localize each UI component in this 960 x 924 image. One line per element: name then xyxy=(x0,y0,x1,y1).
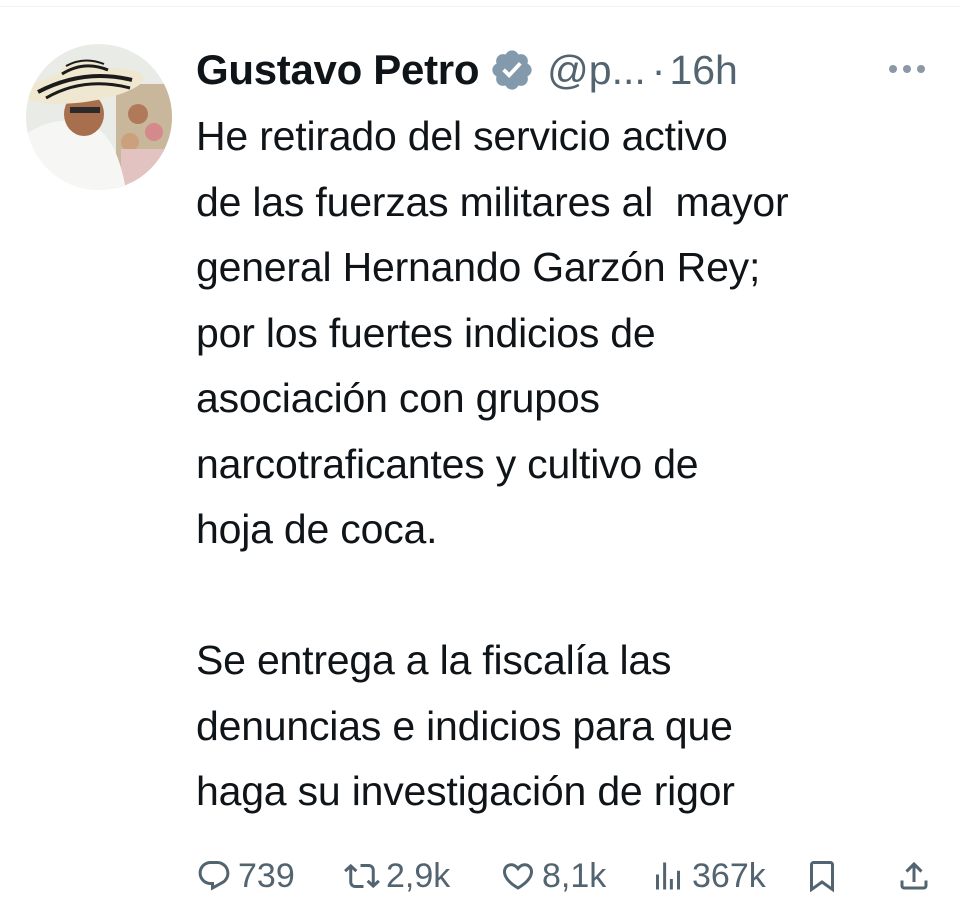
tweet-text-line: por los fuertes indicios de xyxy=(196,309,656,356)
retweet-button[interactable]: 2,9k xyxy=(344,857,450,896)
tweet-text-line: de las fuerzas militares al mayor xyxy=(196,178,789,225)
tweet-text-line xyxy=(196,563,946,629)
more-options-button[interactable] xyxy=(880,52,934,86)
heart-icon xyxy=(502,863,534,890)
share-button[interactable] xyxy=(896,858,932,894)
like-button[interactable]: 8,1k xyxy=(500,857,606,896)
share-icon xyxy=(900,861,928,890)
tweet-text: He retirado del servicio activo de las f… xyxy=(196,104,946,825)
more-horizontal-icon xyxy=(889,65,897,73)
separator-dot: · xyxy=(651,46,666,93)
tweet-actions: 739 2,9k 8,1k 367k xyxy=(196,850,936,902)
tweet-text-line: He retirado del servicio activo xyxy=(196,113,728,159)
reply-icon xyxy=(198,861,230,891)
retweet-count: 2,9k xyxy=(386,856,451,895)
tweet-timestamp[interactable]: 16h xyxy=(669,47,737,94)
tweet-text-line: denuncias e indicios para que xyxy=(196,702,733,749)
tweet-text-line: general Hernando Garzón Rey; xyxy=(196,244,761,290)
tweet-header: Gustavo Petro @p... · 16h xyxy=(196,40,738,100)
tweet[interactable]: Gustavo Petro @p... · 16h He retirado de… xyxy=(0,0,960,924)
author-display-name[interactable]: Gustavo Petro xyxy=(196,46,479,94)
avatar-image xyxy=(26,44,172,190)
more-horizontal-icon-dot xyxy=(917,65,925,73)
views-button[interactable]: 367k xyxy=(650,857,766,896)
tweet-text-line: Se entrega a la fiscalía las xyxy=(196,637,672,683)
like-count: 8,1k xyxy=(542,856,607,895)
tweet-text-line: haga su investigación de rigor xyxy=(196,768,735,814)
reply-button[interactable]: 739 xyxy=(196,857,295,896)
author-handle[interactable]: @p... xyxy=(547,47,646,94)
bookmark-icon xyxy=(810,861,834,893)
tweet-text-line: asociación con grupos xyxy=(196,375,600,421)
avatar[interactable] xyxy=(26,44,172,190)
tweet-text-line: narcotraficantes y cultivo de xyxy=(196,440,699,487)
retweet-icon xyxy=(344,863,380,889)
views-chart-icon xyxy=(656,862,680,890)
reply-count: 739 xyxy=(238,856,295,895)
more-horizontal-icon-dot xyxy=(903,65,911,73)
bookmark-button[interactable] xyxy=(804,858,840,894)
views-count: 367k xyxy=(692,856,766,895)
tweet-text-line: hoja de coca. xyxy=(196,506,438,552)
verified-badge-icon[interactable] xyxy=(489,47,535,93)
